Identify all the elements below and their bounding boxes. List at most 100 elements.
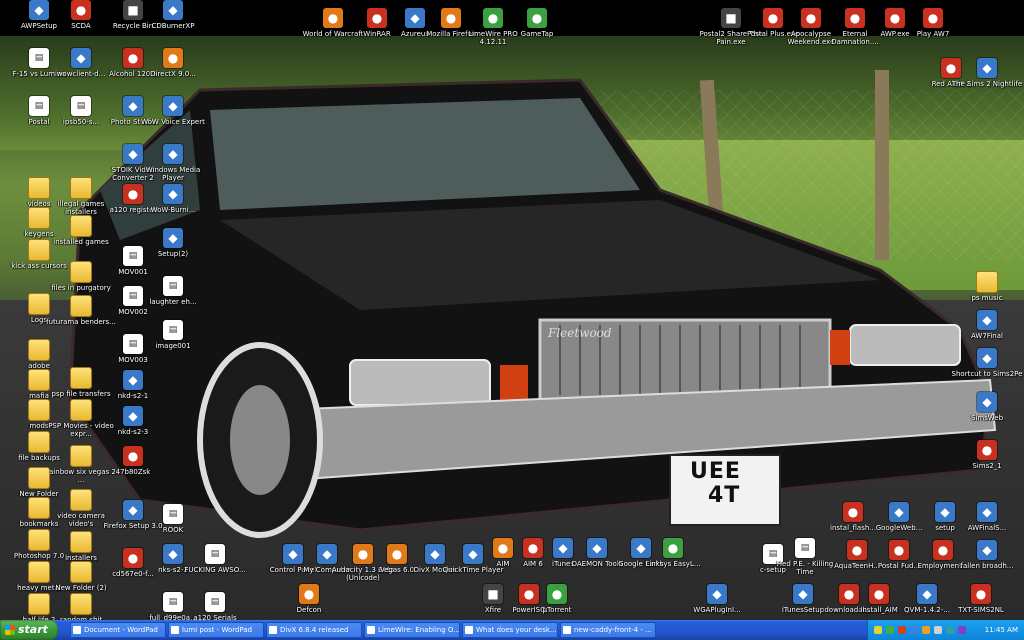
taskbar-button[interactable]: DivX 6.8.4 released (266, 622, 362, 638)
wordpad-icon (171, 626, 179, 634)
desktop-icon-gametap[interactable]: ● GameTap (500, 8, 574, 38)
folder-icon (71, 400, 91, 420)
system-tray: 11:45 AM (867, 620, 1024, 640)
desktop-icon-label: MOV001 (118, 268, 148, 276)
antivirus-icon[interactable] (898, 626, 906, 634)
taskbar-button[interactable]: LimeWire: Enabling O... (364, 622, 460, 638)
desktop-icon-label: image001 (155, 342, 191, 350)
desktop-icon-new-folder-2[interactable]: New Folder (2) (44, 562, 118, 592)
folder-icon (71, 368, 91, 388)
desktop-icon-nkd-s2-1[interactable]: ◆ nkd-s2-1 (96, 370, 170, 400)
app-icon: ◆ (123, 406, 143, 426)
desktop-icon-label: nkd-s2-1 (117, 392, 149, 400)
app-icon: ◆ (163, 96, 183, 116)
app-icon: ◆ (889, 502, 909, 522)
desktop-icon-fucking-awso[interactable]: ▤ FUCKING AWSO... (178, 544, 252, 574)
desktop-icon-bookmarks[interactable]: bookmarks (2, 498, 76, 528)
desktop-icon-label: WoW Voice Expert (141, 118, 205, 126)
app-icon: ▤ (71, 96, 91, 116)
desktop-icon-simsweb[interactable]: ◆ SimsWeb (950, 392, 1024, 422)
desktop-icon-shortcut-to-sims2pe[interactable]: ◆ Shortcut to Sims2Pe (950, 348, 1024, 378)
app-icon: ◆ (163, 184, 183, 204)
desktop-icon-random-shit[interactable]: random shit (44, 594, 118, 620)
safely-remove-icon[interactable] (946, 626, 954, 634)
folder-icon (71, 178, 91, 198)
app-icon: ◆ (163, 144, 183, 164)
desktop-icon-label: bookmarks (19, 520, 59, 528)
desktop-icon-label: Defcon (296, 606, 322, 614)
app-icon: ▤ (205, 592, 225, 612)
grille-script: Fleetwood (548, 326, 612, 340)
app-icon: ▤ (205, 544, 225, 564)
desktop-icon-label: 47b80Zsk (115, 468, 151, 476)
app-icon: ◆ (977, 502, 997, 522)
app-icon: ▤ (163, 320, 183, 340)
desktop-icon-cdburnerxp[interactable]: ◆ CDBurnerXP (136, 0, 210, 30)
desktop-icon-txt-sims2nl[interactable]: ● TXT-SIMS2NL (944, 584, 1018, 614)
desktop-icon-label: nkd-s2-3 (117, 428, 149, 436)
license-plate-line2: 4T (708, 483, 741, 508)
network-icon[interactable] (874, 626, 882, 634)
desktop-icon-awfinals[interactable]: ◆ AWFinalS... (950, 502, 1024, 532)
desktop-icon-label: Linksys EasyL... (645, 560, 701, 568)
app-icon: ● (299, 584, 319, 604)
license-plate-line1: UEE (690, 459, 741, 484)
desktop-icon-label: GameTap (520, 30, 554, 38)
desktop-icon-linksys-easyl[interactable]: ● Linksys EasyL... (636, 538, 710, 568)
tray-app-icon[interactable] (958, 626, 966, 634)
taskbar-button[interactable]: What does your desk... (462, 622, 558, 638)
app-icon: ● (527, 8, 547, 28)
desktop-icon-label: fallen broadh... (960, 562, 1014, 570)
desktop-icon-nkd-s2-3[interactable]: ◆ nkd-s2-3 (96, 406, 170, 436)
taskbar-button[interactable]: new-caddy-front-4 - ... (560, 622, 656, 638)
app-icon: ◆ (123, 370, 143, 390)
folder-icon (29, 240, 49, 260)
start-button[interactable]: start (0, 620, 58, 640)
desktop-icon-wow-voice-expert[interactable]: ◆ WoW Voice Expert (136, 96, 210, 126)
desktop-icon-label: Play AW7 (916, 30, 950, 38)
desktop-icon-a120-serials[interactable]: ▤ a120 Serials (178, 592, 252, 620)
app-icon: ◆ (163, 228, 183, 248)
desktop-icon-image001[interactable]: ▤ image001 (136, 320, 210, 350)
desktop-icon-label: Sims2_1 (972, 462, 1002, 470)
desktop-icon-sims2-1[interactable]: ● Sims2_1 (950, 440, 1024, 470)
desktop-icon-label: CDBurnerXP (151, 22, 195, 30)
desktop-icon-aw7final[interactable]: ◆ AW7Final (950, 310, 1024, 340)
desktop-icon-torrent[interactable]: ● µTorrent (520, 584, 594, 614)
desktop-icon-mov002[interactable]: ▤ MOV002 (96, 286, 170, 316)
desktop-icon-directx-9-0[interactable]: ● DirectX 9.0... (136, 48, 210, 78)
desktop-icon-play-aw7[interactable]: ● Play AW7 (896, 8, 970, 38)
desktop-icon-wgaplugini[interactable]: ◆ WGAPlugInI... (680, 584, 754, 614)
app-icon: ▤ (123, 246, 143, 266)
aim-tray-icon[interactable] (922, 626, 930, 634)
folder-icon (977, 272, 997, 292)
taskbar-button[interactable]: lumi post - WordPad (168, 622, 264, 638)
app-icon: ◆ (793, 584, 813, 604)
messenger-icon[interactable] (910, 626, 918, 634)
desktop-icon-label: futurama benders... (46, 318, 116, 326)
app-icon: ◆ (977, 58, 997, 78)
app-icon: ● (663, 538, 683, 558)
desktop-icon-label: Shortcut to Sims2Pe (951, 370, 1023, 378)
desktop-icon-47b80zsk[interactable]: ● 47b80Zsk (96, 446, 170, 476)
taskbar-button[interactable]: Document - WordPad (70, 622, 166, 638)
desktop-icon-rook[interactable]: ▤ ROOK (136, 504, 210, 534)
app-icon: ◆ (977, 348, 997, 368)
app-icon: ▤ (123, 286, 143, 306)
desktop-icon-label: SimsWeb (970, 414, 1004, 422)
desktop-icon-defcon[interactable]: ● Defcon (272, 584, 346, 614)
desktop-icon-ps-music[interactable]: ps music (950, 272, 1024, 302)
desktop-icon-adobe[interactable]: adobe (2, 340, 76, 370)
desktop-icon-wow-burni[interactable]: ◆ WoW-Burni... (136, 184, 210, 214)
desktop-icon-mov001[interactable]: ▤ MOV001 (96, 246, 170, 276)
desktop-icon-fallen-broadh[interactable]: ◆ fallen broadh... (950, 540, 1024, 570)
app-icon: ◆ (977, 540, 997, 560)
desktop-icon-the-sims-2-nightlife[interactable]: ◆ The Sims 2 Nightlife (950, 58, 1024, 88)
clock[interactable]: 11:45 AM (985, 620, 1018, 640)
desktop[interactable]: Fleetwood UEE 4T ◆ AWPSetup ● SCDA ■ Recycle … (0, 0, 1024, 620)
wordpad-icon (73, 626, 81, 634)
desktop-icon-windows-media-player[interactable]: ◆ Windows Media Player (136, 144, 210, 182)
volume-icon[interactable] (934, 626, 942, 634)
utorrent-tray-icon[interactable] (886, 626, 894, 634)
start-label: start (18, 623, 48, 636)
